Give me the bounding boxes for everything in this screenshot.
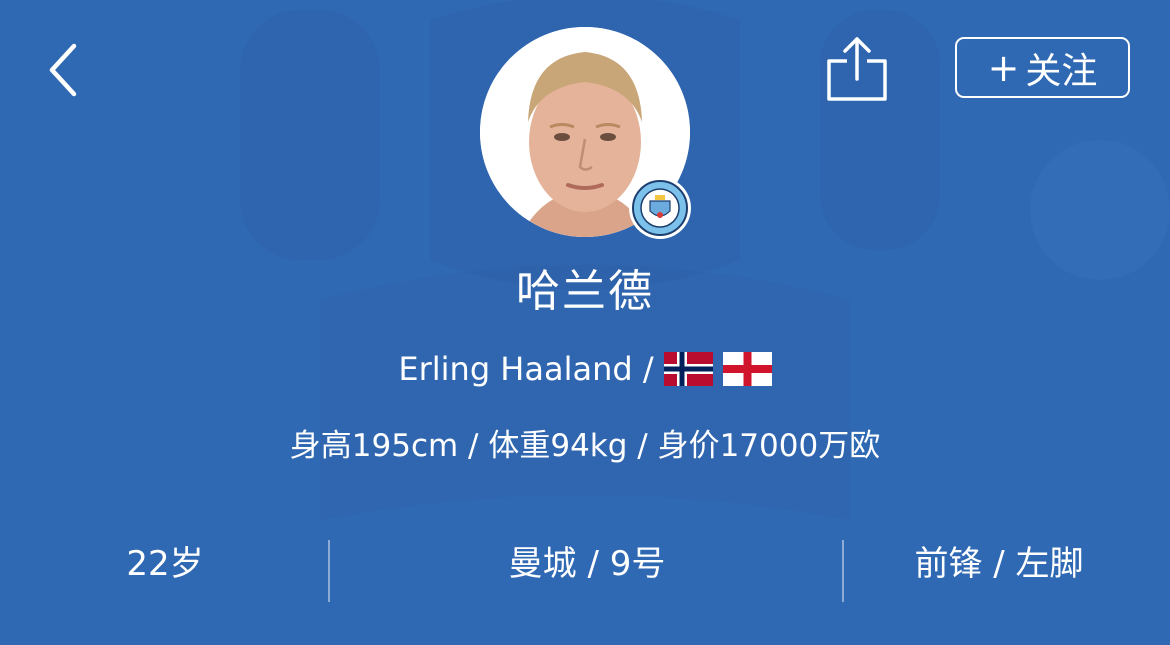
chevron-left-icon [49, 43, 77, 97]
share-icon [827, 37, 887, 101]
player-english-name: Erling Haaland / [398, 350, 654, 388]
player-position-foot: 前锋 / 左脚 [914, 543, 1084, 584]
norway-flag-icon [663, 352, 713, 386]
player-club-number: 曼城 / 9号 [508, 543, 666, 584]
england-flag-icon [722, 352, 772, 386]
manchester-city-badge-icon [632, 180, 688, 236]
follow-label: 关注 [1025, 50, 1098, 92]
player-age: 22岁 [126, 543, 204, 584]
player-info-row: 22岁 曼城 / 9号 前锋 / 左脚 [0, 535, 1170, 605]
player-name: 哈兰德 [516, 266, 654, 317]
share-button[interactable] [818, 34, 896, 106]
back-button[interactable] [32, 38, 92, 102]
follow-button[interactable]: + 关注 [955, 37, 1130, 98]
player-physical-stats: 身高195cm / 体重94kg / 身价17000万欧 [289, 428, 881, 464]
club-badge [629, 177, 691, 239]
player-subtitle: Erling Haaland / [0, 346, 1170, 392]
plus-icon: + [987, 45, 1020, 90]
